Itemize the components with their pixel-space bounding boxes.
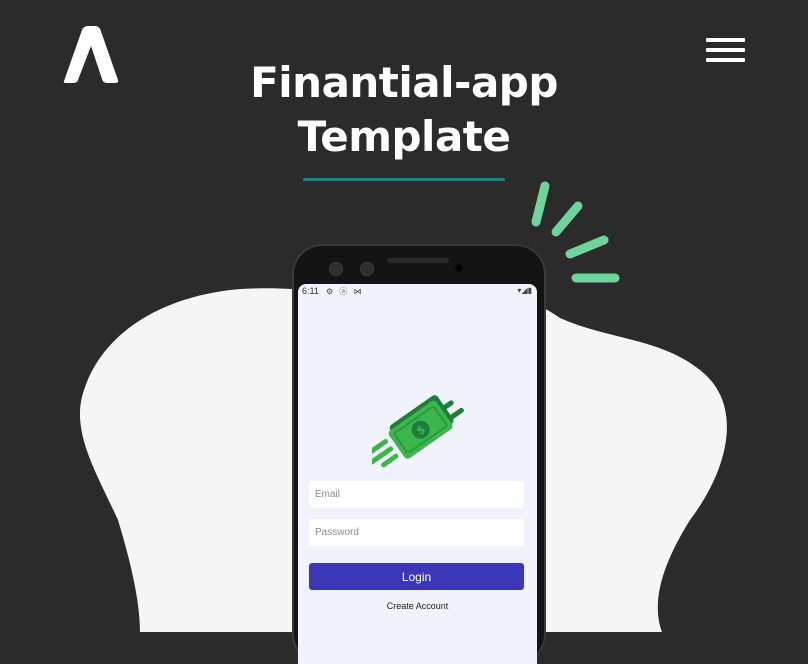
phone-speaker: [387, 258, 449, 263]
login-button[interactable]: Login: [309, 563, 524, 590]
page-title: Finantial-app Template: [0, 56, 808, 164]
email-field[interactable]: [309, 481, 524, 508]
status-bar: 6:11 ⚙ ⓐ ⋈ ▾◢▮: [298, 284, 537, 300]
phone-screen: 6:11 ⚙ ⓐ ⋈ ▾◢▮ $ Login Create Account: [298, 284, 537, 664]
phone-camera: [329, 262, 343, 276]
title-underline: [303, 178, 505, 181]
title-line-2: Template: [297, 112, 511, 161]
title-line-1: Finantial-app: [250, 58, 558, 107]
status-notification-icons: ⚙ ⓐ ⋈: [326, 287, 364, 296]
flying-money-icon: $: [372, 395, 464, 468]
phone-sensor: [455, 264, 463, 272]
status-signal-icons: ▾◢▮: [517, 286, 532, 295]
phone-mockup: 6:11 ⚙ ⓐ ⋈ ▾◢▮ $ Login Create Account: [292, 244, 546, 664]
create-account-link[interactable]: Create Account: [298, 601, 537, 611]
password-field[interactable]: [309, 519, 524, 546]
phone-camera: [360, 262, 374, 276]
status-time: 6:11: [302, 286, 319, 296]
